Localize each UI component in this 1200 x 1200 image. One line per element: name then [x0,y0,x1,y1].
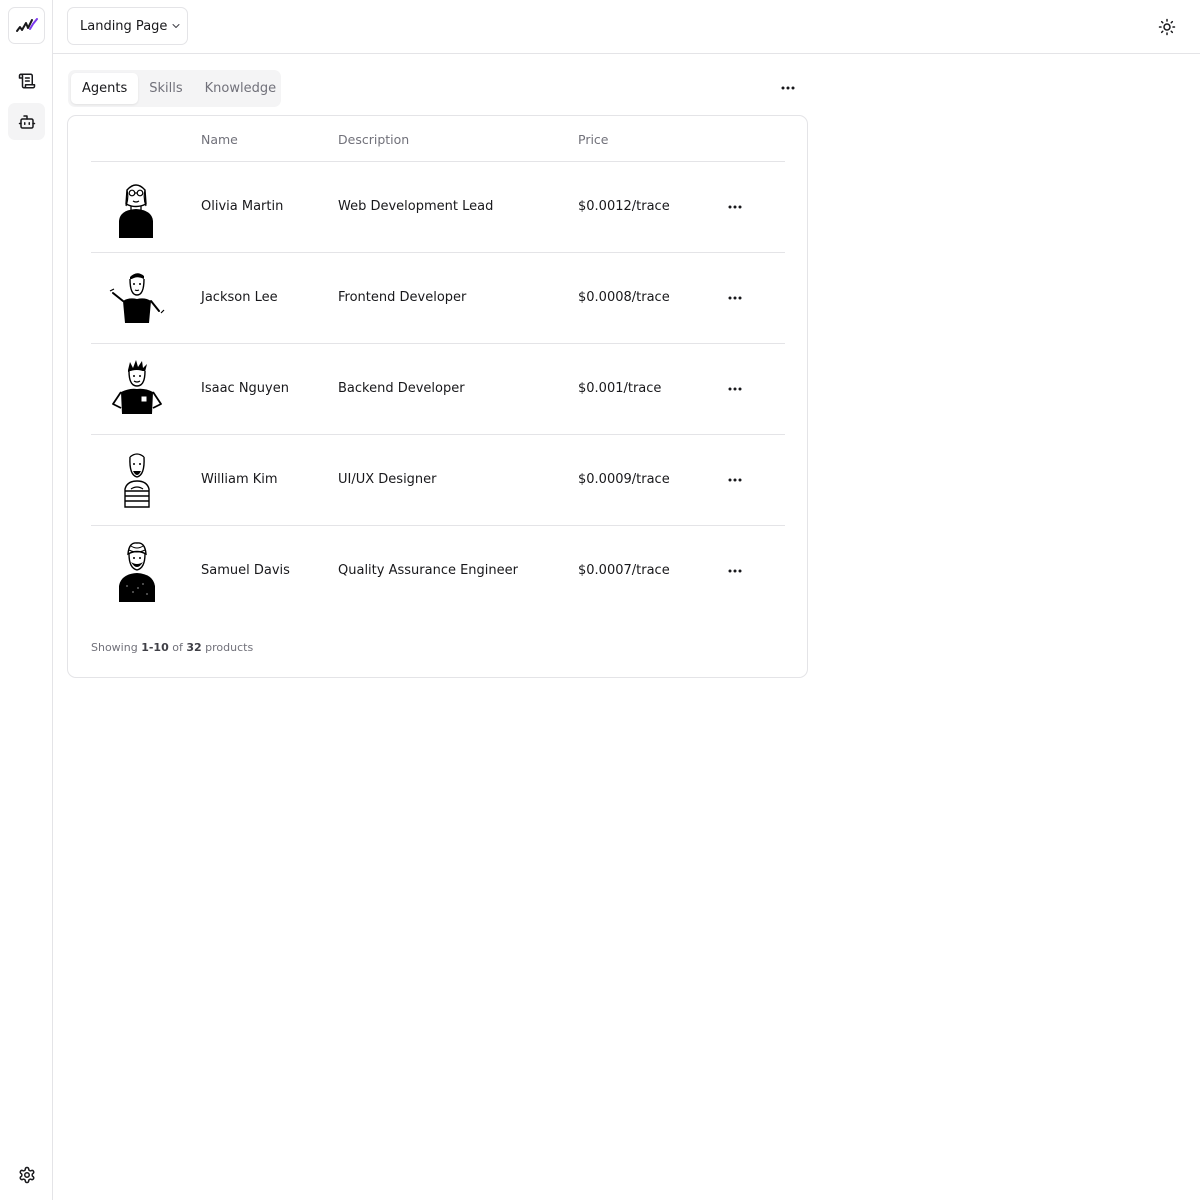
table-row[interactable]: Jackson Lee Frontend Developer $0.0008/t… [91,253,785,344]
agent-name: Jackson Lee [201,290,278,305]
tab-knowledge[interactable]: Knowledge [194,73,287,104]
table-row[interactable]: Samuel Davis Quality Assurance Engineer … [91,526,785,617]
agent-description: Frontend Developer [338,290,467,305]
tab-list: Agents Skills Knowledge [68,70,281,107]
row-actions-button[interactable] [724,471,746,489]
table-row[interactable]: Isaac Nguyen Backend Developer $0.001/tr… [91,344,785,435]
ellipsis-icon [728,478,742,482]
agent-price: $0.001/trace [578,381,662,396]
pagination-total: 32 [186,641,202,654]
ellipsis-icon [781,86,795,90]
agents-table-card: Name Description Price Olivia Martin Web… [67,115,808,678]
ellipsis-icon [728,296,742,300]
avatar [124,453,150,508]
agent-description: Backend Developer [338,381,465,396]
agent-description: Web Development Lead [338,199,494,214]
pagination-suffix: products [205,641,254,654]
column-header-price[interactable]: Price [578,132,609,147]
settings-button[interactable] [8,1156,45,1193]
column-header-description[interactable]: Description [338,132,409,147]
avatar [112,360,162,414]
sidebar-item-traces[interactable] [8,62,45,99]
tab-agents[interactable]: Agents [71,73,139,104]
agent-price: $0.0009/trace [578,472,670,487]
ellipsis-icon [728,205,742,209]
bot-icon [18,114,35,129]
avatar [109,273,165,323]
agent-name: Samuel Davis [201,563,290,578]
agent-name: William Kim [201,472,278,487]
sidebar [0,0,53,1200]
agent-description: Quality Assurance Engineer [338,563,518,578]
pagination-prefix: Showing [91,641,138,654]
agent-price: $0.0007/trace [578,563,670,578]
top-bar: Landing Page [53,0,1200,54]
gear-icon [19,1166,34,1183]
column-header-name[interactable]: Name [201,132,238,147]
table-row[interactable]: William Kim UI/UX Designer $0.0009/trace [91,435,785,526]
project-select[interactable]: Landing Page [67,7,188,45]
chevron-down-icon [170,20,182,32]
pagination-info: Showing 1-10 of 32 products [91,641,253,654]
more-options-button[interactable] [776,78,800,98]
row-actions-button[interactable] [724,198,746,216]
agent-price: $0.0008/trace [578,290,670,305]
pagination-of: of [172,641,183,654]
table-row[interactable]: Olivia Martin Web Development Lead $0.00… [91,162,785,253]
scroll-icon [18,73,35,88]
row-actions-button[interactable] [724,289,746,307]
ellipsis-icon [728,569,742,573]
theme-toggle-button[interactable] [1156,16,1178,38]
table-header: Name Description Price [91,116,785,162]
ellipsis-icon [728,387,742,391]
logo[interactable] [8,7,45,44]
sidebar-item-agents[interactable] [8,103,45,140]
agent-description: UI/UX Designer [338,472,437,487]
agent-name: Olivia Martin [201,199,284,214]
logo-icon [15,17,38,32]
pagination-range: 1-10 [141,641,169,654]
avatar [119,542,155,602]
row-actions-button[interactable] [724,562,746,580]
agent-name: Isaac Nguyen [201,381,289,396]
agent-price: $0.0012/trace [578,199,670,214]
project-select-label: Landing Page [80,18,168,34]
tab-skills[interactable]: Skills [138,73,193,104]
sun-icon [1158,18,1176,36]
avatar [119,184,153,238]
row-actions-button[interactable] [724,380,746,398]
